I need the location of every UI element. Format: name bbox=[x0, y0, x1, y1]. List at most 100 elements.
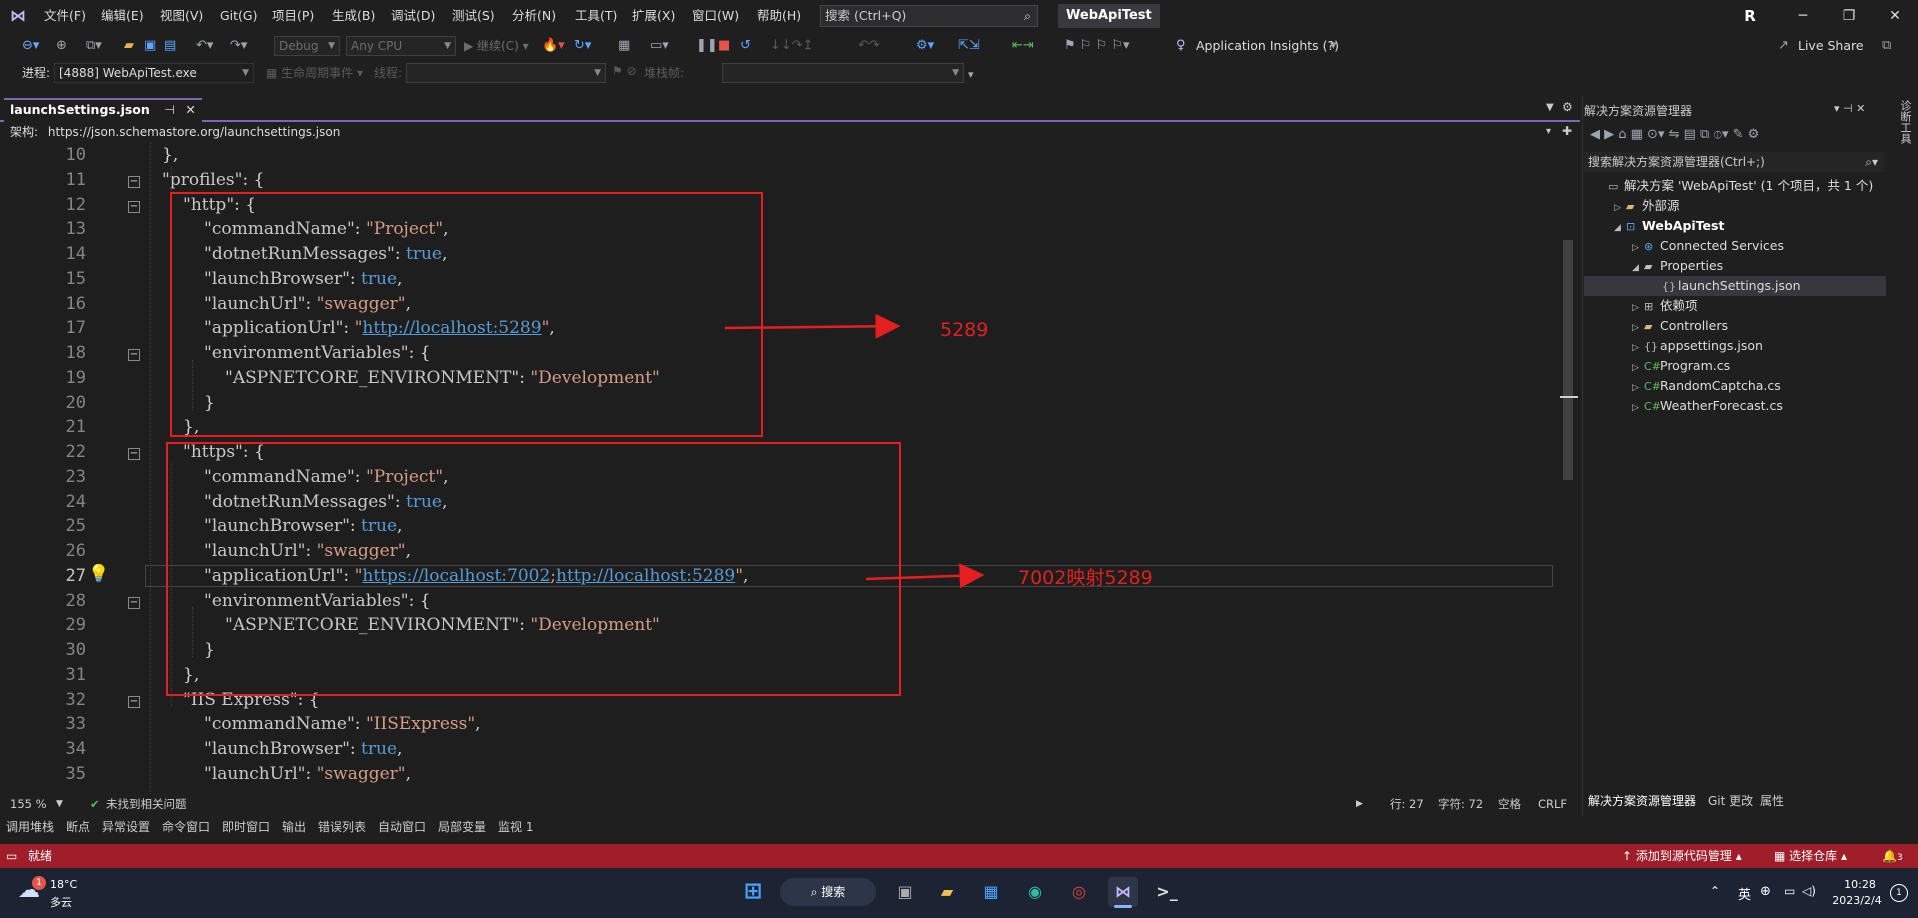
solution-tree-item[interactable]: ▷ ⊛ Connected Services bbox=[1584, 236, 1886, 256]
solution-tree-item[interactable]: ▭ 解决方案 'WebApiTest' (1 个项目，共 1 个) bbox=[1584, 176, 1886, 196]
expand-arrow-icon[interactable]: ▷ bbox=[1632, 378, 1644, 398]
solution-tree-item[interactable]: ▷ C#WeatherForecast.cs bbox=[1584, 396, 1886, 416]
pin-icon[interactable]: ⊣ bbox=[164, 102, 175, 117]
refresh-icon[interactable]: ↻▾ bbox=[574, 37, 591, 55]
notification-center-badge[interactable]: 1 bbox=[1890, 884, 1908, 902]
editor-scrollbar-thumb[interactable] bbox=[1563, 240, 1573, 480]
comment-icon[interactable]: ↶↷ bbox=[858, 37, 880, 55]
menu-item[interactable]: 视图(V) bbox=[160, 0, 203, 32]
file-explorer-icon[interactable]: ▰ bbox=[932, 877, 962, 907]
expand-arrow-icon[interactable]: ▷ bbox=[1632, 338, 1644, 358]
lightbulb-icon[interactable]: 💡 bbox=[88, 564, 109, 584]
solution-tree-item[interactable]: ▷ ▰ 外部源 bbox=[1584, 196, 1886, 216]
app-insights-button[interactable]: Application Insights (?) bbox=[1196, 37, 1339, 55]
start-menu-icon[interactable]: ⊞ bbox=[738, 877, 768, 907]
chrome-icon[interactable]: ◎ bbox=[1064, 877, 1094, 907]
expand-arrow-icon[interactable]: ◢ bbox=[1614, 218, 1626, 238]
restore-icon[interactable]: ❐ bbox=[1826, 0, 1872, 32]
close-icon[interactable]: ✕ bbox=[1872, 0, 1918, 32]
open-folder-icon[interactable]: ▰ bbox=[124, 37, 134, 55]
bottom-tool-tab[interactable]: 调用堆栈 bbox=[6, 816, 54, 838]
notifications-icon[interactable]: 🔔3 bbox=[1882, 844, 1903, 870]
task-view-icon[interactable]: ▣ bbox=[890, 877, 920, 907]
char-indicator[interactable]: 字符: 72 bbox=[1438, 794, 1483, 814]
line-ending-indicator[interactable]: CRLF bbox=[1538, 794, 1567, 814]
terminal-icon[interactable]: >_ bbox=[1152, 877, 1182, 907]
menu-item[interactable]: 扩展(X) bbox=[632, 0, 675, 32]
edge-icon[interactable]: ◉ bbox=[1020, 877, 1050, 907]
tray-overflow-icon[interactable]: ⌃ bbox=[1710, 884, 1720, 898]
weather-desc[interactable]: 多云 bbox=[50, 894, 72, 910]
code-editor[interactable]: 10}, 11− "profiles": {12− "http": {13 "comma… bbox=[0, 142, 1580, 794]
flag-icon[interactable]: ⚑ ⊘ bbox=[612, 64, 637, 78]
bottom-tool-tab[interactable]: 异常设置 bbox=[102, 816, 150, 838]
solution-tree-item[interactable]: ◢ ▰ Properties bbox=[1584, 256, 1886, 276]
bottom-tool-tab[interactable]: 监视 1 bbox=[498, 816, 533, 838]
source-control-button[interactable]: ↑ 添加到源代码管理 ▴ bbox=[1622, 844, 1742, 868]
diagnostics-icon[interactable]: ⚙▾ bbox=[916, 37, 934, 55]
bottom-tool-tab[interactable]: 输出 bbox=[282, 816, 306, 838]
schema-url-input[interactable]: https://json.schemastore.org/launchsetti… bbox=[47, 122, 1558, 142]
save-icon[interactable]: ▣ bbox=[144, 37, 156, 55]
redo-icon[interactable]: ↷▾ bbox=[230, 37, 247, 55]
bottom-tool-tab[interactable]: 局部变量 bbox=[438, 816, 486, 838]
indent-icon[interactable]: ⇤⇥ bbox=[1012, 37, 1034, 55]
bottom-tool-tab[interactable]: 错误列表 bbox=[318, 816, 366, 838]
diagnostic-tools-side-tab[interactable]: 诊断工具 bbox=[1897, 100, 1913, 144]
settings-gear-icon[interactable]: ⚙ bbox=[1562, 100, 1573, 114]
bookmark-icon[interactable]: ⚑ ⚐ ⚐ ⚐▾ bbox=[1064, 37, 1130, 55]
solution-tree-item[interactable]: ▷ ▰ Controllers bbox=[1584, 316, 1886, 336]
undo-icon[interactable]: ↶▾ bbox=[196, 37, 213, 55]
bottom-tool-tab[interactable]: 断点 bbox=[66, 816, 90, 838]
clock-date[interactable]: 2023/2/4 bbox=[1826, 894, 1888, 907]
user-avatar[interactable]: R bbox=[1740, 6, 1760, 26]
menu-item[interactable]: 工具(T) bbox=[575, 0, 617, 32]
expand-arrow-icon[interactable]: ▷ bbox=[1632, 358, 1644, 378]
bottom-tool-tab[interactable]: 命令窗口 bbox=[162, 816, 210, 838]
chevron-down-icon[interactable]: ▼ bbox=[56, 794, 63, 814]
solution-explorer-tab[interactable]: 属性 bbox=[1760, 790, 1784, 812]
new-item-icon[interactable]: ⧉▾ bbox=[86, 37, 102, 55]
weather-temp[interactable]: 18°C bbox=[50, 878, 77, 891]
save-all-icon[interactable]: ▤ bbox=[164, 37, 176, 55]
expand-arrow-icon[interactable]: ▷ bbox=[1614, 198, 1626, 218]
clock-time[interactable]: 10:28 bbox=[1838, 878, 1882, 891]
solution-tree-item[interactable]: ◢ ⊡ WebApiTest bbox=[1584, 216, 1886, 236]
split-editor-icon[interactable]: ✚ bbox=[1562, 124, 1572, 138]
chevron-down-icon[interactable]: ▾ bbox=[1546, 126, 1551, 137]
bottom-tool-tab[interactable]: 即时窗口 bbox=[222, 816, 270, 838]
step-into-icon[interactable]: ↓↓↷↥ bbox=[770, 37, 814, 55]
search-icon[interactable]: ⌕▾ bbox=[1865, 152, 1878, 172]
stop-icon[interactable]: ■ bbox=[718, 37, 730, 55]
solution-explorer-tab[interactable]: Git 更改 bbox=[1708, 790, 1753, 812]
scroll-right-icon[interactable]: ▶ bbox=[1356, 794, 1363, 814]
live-share-button[interactable]: Live Share bbox=[1798, 37, 1864, 55]
lifecycle-events[interactable]: ▦ 生命周期事件 ▾ bbox=[266, 64, 363, 81]
back-nav-icon[interactable]: ⊖▾ bbox=[22, 37, 39, 55]
hot-reload-icon[interactable]: 🔥▾ bbox=[542, 37, 565, 55]
expand-arrow-icon[interactable]: ▷ bbox=[1632, 398, 1644, 418]
store-icon[interactable]: ▦ bbox=[976, 877, 1006, 907]
select-repo-button[interactable]: ▦ 选择仓库 ▴ bbox=[1774, 844, 1847, 868]
zoom-level[interactable]: 155 % bbox=[10, 794, 47, 814]
search-icon[interactable]: ⌕ bbox=[1024, 6, 1031, 26]
panel-options-icon[interactable]: ▾ ⊣ ✕ bbox=[1834, 102, 1865, 115]
menu-item[interactable]: 编辑(E) bbox=[101, 0, 144, 32]
menu-item[interactable]: 测试(S) bbox=[452, 0, 495, 32]
layout-icon[interactable]: ▭▾ bbox=[650, 37, 669, 55]
network-icon[interactable]: ▭ bbox=[1784, 884, 1795, 898]
visual-studio-taskbar-icon[interactable]: ⋈ bbox=[1108, 877, 1138, 907]
insights-icon[interactable]: ♀ bbox=[1176, 37, 1186, 55]
tab-launchsettings[interactable]: launchSettings.json ⊣ ✕ bbox=[4, 98, 202, 122]
taskbar-search-button[interactable]: ⌕ 搜索 bbox=[780, 878, 876, 906]
browser-icon[interactable]: ▦ bbox=[618, 37, 630, 55]
expand-arrow-icon[interactable]: ▷ bbox=[1632, 238, 1644, 258]
solution-explorer-tab[interactable]: 解决方案资源管理器 bbox=[1588, 790, 1696, 812]
tab-list-dropdown-icon[interactable]: ▼ bbox=[1546, 102, 1554, 113]
solution-search-input[interactable]: 搜索解决方案资源管理器(Ctrl+;) ⌕▾ bbox=[1584, 152, 1884, 172]
expand-arrow-icon[interactable]: ▷ bbox=[1632, 298, 1644, 318]
solution-tree-item[interactable]: ▷ C#Program.cs bbox=[1584, 356, 1886, 376]
menu-item[interactable]: 项目(P) bbox=[272, 0, 314, 32]
platform-select[interactable]: Any CPU ▼ bbox=[346, 36, 456, 56]
menu-item[interactable]: 文件(F) bbox=[44, 0, 86, 32]
